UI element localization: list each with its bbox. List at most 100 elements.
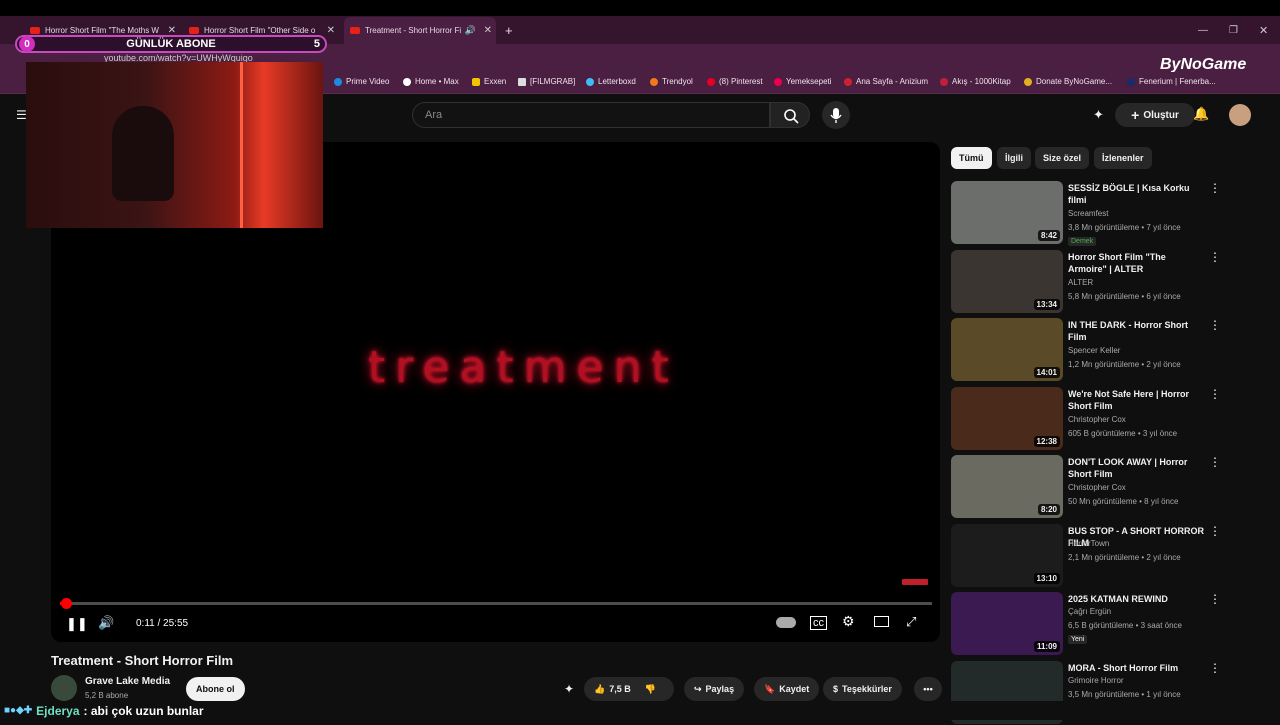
sub-count-right: 5 <box>313 38 320 50</box>
channel-avatar[interactable] <box>51 675 77 701</box>
thanks-button[interactable]: $ Teşekkürler <box>823 677 902 701</box>
search-icon <box>784 109 799 124</box>
top-strip <box>0 0 1280 16</box>
share-button[interactable]: ↪ Paylaş <box>684 677 745 701</box>
recommended-channel[interactable]: HorrorTown <box>1068 539 1109 548</box>
recommended-title[interactable]: Horror Short Film "The Armoire" | ALTER <box>1068 251 1206 275</box>
recommended-meta: 1,2 Mn görüntüleme • 2 yıl önce <box>1068 360 1181 369</box>
volume-icon[interactable]: 🔊 <box>98 615 114 631</box>
recommended-video[interactable]: 12:38 We're Not Safe Here | Horror Short … <box>951 386 1221 451</box>
bookmark-exxen[interactable]: Exxen <box>472 77 506 86</box>
bookmark-filmgrab[interactable]: [FILMGRAB] <box>518 77 575 86</box>
tab-treatment[interactable]: Treatment - Short Horror Fi 🔊 ✕ <box>344 17 496 44</box>
recommended-title[interactable]: SESSİZ BÖGLE | Kısa Korku filmi <box>1068 182 1206 206</box>
recommended-channel[interactable]: Christopher Cox <box>1068 483 1126 492</box>
more-vert-icon[interactable]: ⋮ <box>1209 387 1221 401</box>
search-button[interactable] <box>770 102 810 128</box>
minimize-icon[interactable]: — <box>1198 20 1208 40</box>
chip-for-you[interactable]: Size özel <box>1035 147 1090 169</box>
recommended-video[interactable]: 8:42 SESSİZ BÖGLE | Kısa Korku filmi Screa… <box>951 181 1221 246</box>
recommended-video[interactable]: 14:01 IN THE DARK - Horror Short Film Spen… <box>951 318 1221 382</box>
recommended-channel[interactable]: Christopher Cox <box>1068 415 1126 424</box>
progress-bar[interactable] <box>60 598 932 609</box>
video-frame-title: treatment <box>368 342 679 393</box>
video-thumbnail[interactable]: 8:42 <box>951 181 1063 244</box>
create-button[interactable]: + Oluştur <box>1115 103 1195 127</box>
shorts-badge-icon[interactable]: ✦ <box>1093 107 1104 123</box>
progress-scrubber[interactable] <box>61 598 72 609</box>
theater-icon[interactable] <box>874 616 889 627</box>
maximize-icon[interactable]: ❐ <box>1229 20 1238 40</box>
recommended-channel[interactable]: Çağrı Ergün <box>1068 607 1111 616</box>
recommended-video[interactable]: 13:34 Horror Short Film "The Armoire" | A… <box>951 249 1221 314</box>
more-vert-icon[interactable]: ⋮ <box>1209 661 1221 675</box>
close-icon[interactable]: ✕ <box>168 25 176 36</box>
speaker-icon[interactable]: 🔊 <box>465 25 476 36</box>
voice-search-button[interactable] <box>822 101 850 129</box>
video-thumbnail[interactable]: 11:09 <box>951 592 1063 655</box>
video-thumbnail[interactable]: 14:01 <box>951 318 1063 381</box>
notifications-icon[interactable]: 🔔 <box>1193 106 1209 122</box>
recommended-title[interactable]: We're Not Safe Here | Horror Short Film <box>1068 388 1206 412</box>
bookmark-label: Ana Sayfa - Anizium <box>856 77 929 86</box>
mic-icon <box>830 108 842 123</box>
recommended-video[interactable]: 13:10 BUS STOP - A SHORT HORROR FILM Horro… <box>951 523 1221 588</box>
bookmark-yemeksepeti[interactable]: Yemeksepeti <box>774 77 832 86</box>
new-tab-button[interactable]: + <box>505 20 513 40</box>
bookmark-1000kitap[interactable]: Akış - 1000Kitap <box>940 77 1011 86</box>
bookmark-pinterest[interactable]: (8) Pinterest <box>707 77 763 86</box>
bookmark-prime-video[interactable]: Prime Video <box>334 77 389 86</box>
more-vert-icon[interactable]: ⋮ <box>1209 318 1221 332</box>
duration-badge: 12:38 <box>1033 435 1060 447</box>
settings-gear-icon[interactable]: ⚙ <box>842 613 855 630</box>
recommended-title[interactable]: IN THE DARK - Horror Short Film <box>1068 319 1206 343</box>
more-vert-icon[interactable]: ⋮ <box>1209 592 1221 606</box>
recommended-title[interactable]: DON'T LOOK AWAY | Horror Short Film <box>1068 456 1206 480</box>
save-button[interactable]: 🔖 Kaydet <box>754 677 820 701</box>
video-thumbnail[interactable]: 12:38 <box>951 386 1063 450</box>
dislike-icon[interactable]: 👎 <box>645 684 656 695</box>
video-thumbnail[interactable]: 8:20 <box>951 455 1063 518</box>
video-thumbnail[interactable]: 13:10 <box>951 523 1063 587</box>
ai-sparkle-icon[interactable]: ✦ <box>564 682 574 696</box>
recommended-video[interactable]: 8:20 DON'T LOOK AWAY | Horror Short Film C… <box>951 455 1221 519</box>
more-vert-icon[interactable]: ⋮ <box>1209 455 1221 469</box>
search-input[interactable]: Ara <box>412 102 770 128</box>
like-icon[interactable]: 👍 <box>594 684 605 695</box>
plus-icon: + <box>1131 107 1140 123</box>
video-thumbnail[interactable]: 13:34 <box>951 249 1063 313</box>
bookmark-letterboxd[interactable]: Letterboxd <box>586 77 636 86</box>
recommended-channel[interactable]: Screamfest <box>1068 209 1108 218</box>
chip-related[interactable]: İlgili <box>997 147 1031 169</box>
channel-name[interactable]: Grave Lake Media <box>85 676 170 687</box>
avatar[interactable] <box>1229 104 1251 126</box>
recommended-video[interactable]: 11:09 2025 KATMAN REWIND Çağrı Ergün 6,5 B … <box>951 592 1221 656</box>
subtitles-icon[interactable]: cc <box>810 616 827 630</box>
close-icon[interactable]: ✕ <box>484 25 492 36</box>
subscribe-button[interactable]: Abone ol <box>186 677 245 701</box>
more-vert-icon[interactable]: ⋮ <box>1209 250 1221 264</box>
more-vert-icon[interactable]: ⋮ <box>1209 524 1221 538</box>
bookmark-trendyol[interactable]: Trendyol <box>650 77 693 86</box>
autoplay-toggle[interactable] <box>776 617 796 628</box>
bookmark-bynogame[interactable]: Donate ByNoGame... <box>1024 77 1112 86</box>
recommended-title[interactable]: 2025 KATMAN REWIND <box>1068 593 1206 605</box>
recommended-channel[interactable]: Spencer Keller <box>1068 346 1120 355</box>
recommended-channel[interactable]: Grimoire Horror <box>1068 676 1124 685</box>
recommended-title[interactable]: MORA - Short Horror Film <box>1068 662 1206 674</box>
bookmark-anizium[interactable]: Ana Sayfa - Anizium <box>844 77 928 86</box>
like-count[interactable]: 7,5 B <box>609 684 631 694</box>
chip-all[interactable]: Tümü <box>951 147 992 169</box>
bookmark-fenerium[interactable]: Fenerium | Fenerba... <box>1127 77 1216 86</box>
pause-button[interactable]: ❚❚ <box>66 616 88 632</box>
recommended-channel[interactable]: ALTER <box>1068 278 1093 287</box>
window-close-icon[interactable]: ✕ <box>1259 20 1268 40</box>
bookmark-max[interactable]: Home • Max <box>403 77 459 86</box>
thanks-label: Teşekkürler <box>842 684 892 694</box>
fullscreen-icon[interactable]: ⤢ <box>906 614 916 630</box>
more-actions-button[interactable]: ••• <box>914 677 942 701</box>
more-vert-icon[interactable]: ⋮ <box>1209 181 1221 195</box>
bookmark-label: (8) Pinterest <box>719 77 763 86</box>
chip-watched[interactable]: İzlenenler <box>1094 147 1152 169</box>
close-icon[interactable]: ✕ <box>327 25 335 36</box>
